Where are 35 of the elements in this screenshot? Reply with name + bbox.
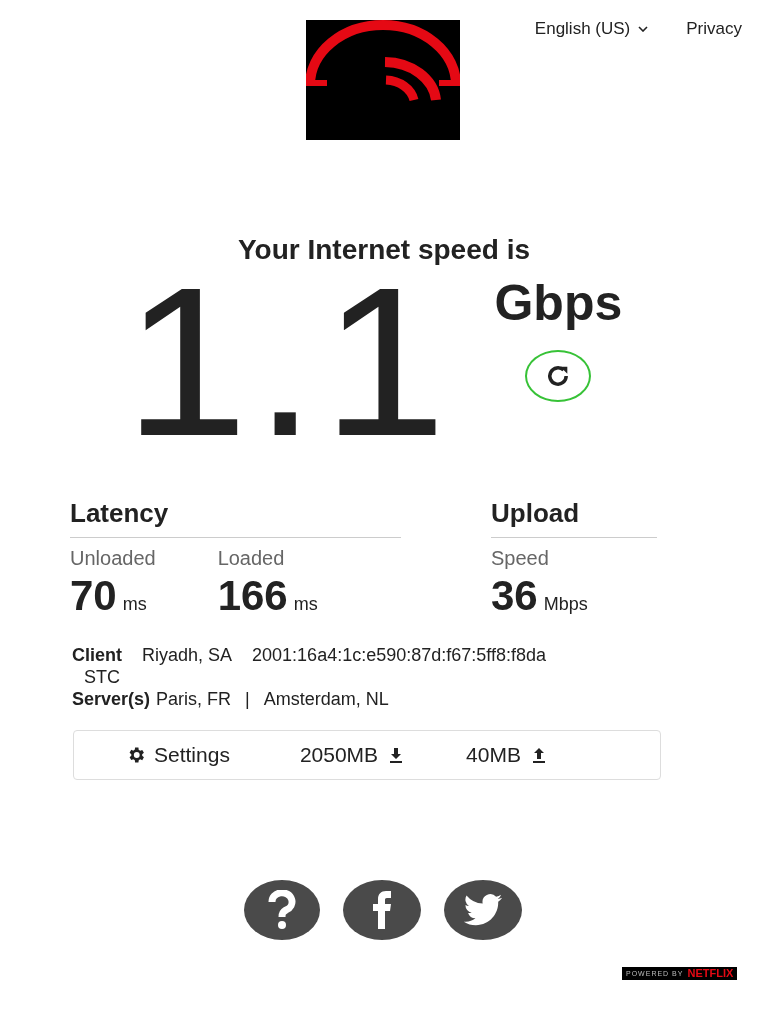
metric-label: Speed (491, 546, 550, 571)
metric-unit: ms (293, 593, 318, 616)
metric-value: 36 (491, 575, 538, 617)
metric-unit: ms (122, 593, 147, 616)
refresh-button[interactable] (525, 350, 592, 402)
download-icon (388, 747, 405, 763)
client-location: Riyadh, SA (142, 644, 233, 666)
metric-value: 70 (70, 575, 117, 617)
speed-unit: Gbps (494, 278, 623, 328)
metric-value: 166 (217, 575, 288, 617)
server-location: Amsterdam, NL (263, 688, 389, 710)
privacy-link[interactable]: Privacy (686, 16, 742, 42)
facebook-icon (372, 891, 392, 929)
settings-button[interactable]: Settings (126, 739, 230, 771)
netflix-text: NETFLIX (687, 968, 734, 979)
section-title: Latency (70, 498, 169, 528)
server-location: Paris, FR (156, 688, 232, 710)
bird-icon (463, 894, 503, 926)
servers-label: Server(s) (72, 688, 151, 710)
client-isp: STC (84, 667, 120, 687)
upload-icon (530, 747, 547, 763)
question-mark-icon (268, 890, 296, 930)
section-title: Upload (491, 498, 580, 528)
download-size: 2050MB (299, 742, 379, 769)
client-ip: 2001:16a4:1c:e590:87d:f67:5ff8:f8da (252, 644, 546, 666)
chevron-down-icon (638, 25, 649, 32)
upload-size: 40MB (466, 742, 521, 769)
speed-value: 1.1 (123, 274, 453, 450)
client-label: Client (72, 644, 122, 666)
metric-label: Unloaded (70, 546, 156, 571)
language-selector[interactable]: English (US) (534, 16, 649, 42)
metric-unit: Mbps (543, 593, 588, 616)
speed-heading: Your Internet speed is (238, 236, 530, 264)
metric-label: Loaded (217, 546, 286, 571)
server-separator: | (244, 688, 251, 710)
